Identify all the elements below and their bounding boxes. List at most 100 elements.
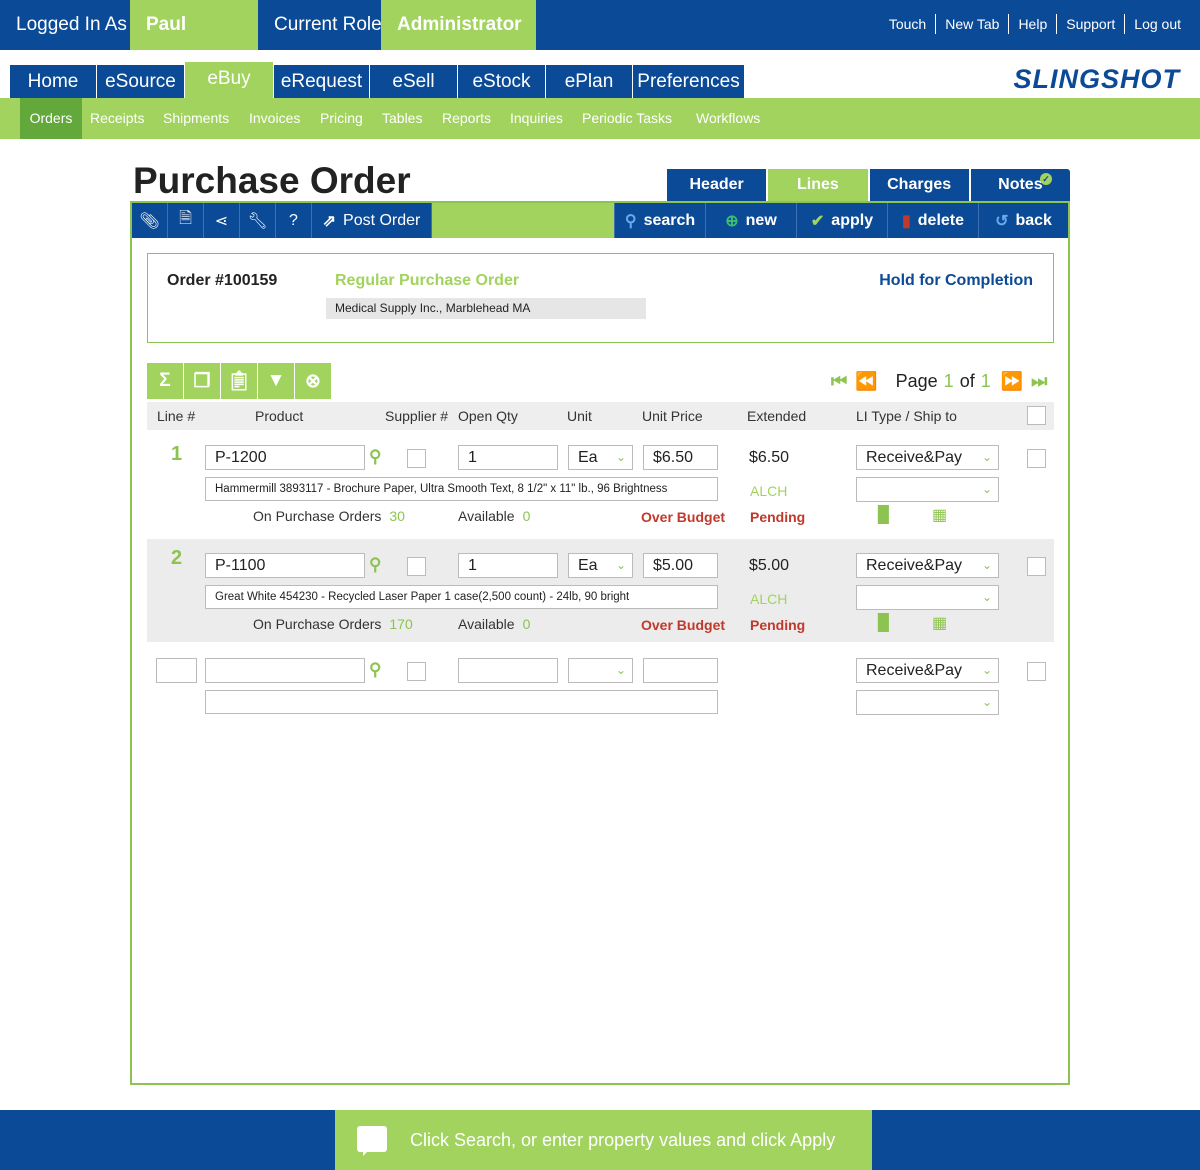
tab-notes[interactable]: Notes ✓ <box>970 169 1070 201</box>
search-icon[interactable]: ⚲ <box>369 555 381 575</box>
apply-button[interactable]: ✔ apply <box>797 203 888 238</box>
nav-tab-ebuy[interactable]: eBuy <box>185 62 273 98</box>
nav-tab-eplan[interactable]: ePlan <box>546 65 632 98</box>
unit-price-input[interactable]: $6.50 <box>643 445 718 470</box>
subnav-receipts[interactable]: Receipts <box>90 98 144 139</box>
copy-button[interactable]: ❐ <box>184 363 220 399</box>
link-touch[interactable]: Touch <box>880 14 935 34</box>
search-icon[interactable]: ⚲ <box>369 660 381 680</box>
tab-charges-label: Charges <box>887 176 952 193</box>
filter-button[interactable]: ▼ <box>258 363 294 399</box>
post-order-button[interactable]: ⇗ Post Order <box>312 203 432 238</box>
subnav-inquiries[interactable]: Inquiries <box>510 98 563 139</box>
order-number: Order #100159 <box>167 272 278 289</box>
row-checkbox[interactable] <box>1027 662 1046 681</box>
tab-header[interactable]: Header <box>667 169 767 201</box>
attach-button[interactable]: 📎︎ <box>132 203 168 238</box>
row-checkbox[interactable] <box>1027 557 1046 576</box>
extended-amount: $5.00 <box>749 557 790 574</box>
ship-to-select[interactable]: ⌄ <box>856 690 999 715</box>
tab-charges[interactable]: Charges <box>869 169 969 201</box>
chevron-down-icon: ⌄ <box>981 590 992 604</box>
subnav-periodic-tasks[interactable]: Periodic Tasks <box>582 98 672 139</box>
search-button[interactable]: ⚲ search <box>615 203 706 238</box>
tab-header-label: Header <box>689 176 744 193</box>
clear-filter-button[interactable]: ⊗ <box>295 363 331 399</box>
document-icon[interactable]: ▉ <box>878 505 890 525</box>
search-icon[interactable]: ⚲ <box>369 447 381 467</box>
last-page-icon[interactable]: ⏭ <box>1031 371 1047 392</box>
nav-tab-esource[interactable]: eSource <box>97 65 184 98</box>
status-message-box: Click Search, or enter property values a… <box>335 1110 872 1170</box>
unit-select[interactable]: ⌄ <box>568 658 633 683</box>
tools-button[interactable]: 🔧︎ <box>240 203 276 238</box>
chevron-down-icon: ⌄ <box>981 558 992 572</box>
nav-tab-estock[interactable]: eStock <box>458 65 545 98</box>
row-checkbox[interactable] <box>1027 449 1046 468</box>
slingshot-logo: SLINGSHOT <box>1013 64 1180 94</box>
calendar-icon[interactable]: ▦ <box>932 613 947 633</box>
subnav-tables[interactable]: Tables <box>382 98 422 139</box>
supplier-checkbox[interactable] <box>407 662 426 681</box>
delete-button[interactable]: ▮ delete <box>888 203 979 238</box>
user-menu[interactable]: Paul Smith ⚙ <box>130 0 258 85</box>
subnav-reports[interactable]: Reports <box>442 98 491 139</box>
tab-lines[interactable]: Lines <box>768 169 868 201</box>
prev-page-icon[interactable]: ⏪ <box>855 371 877 392</box>
open-qty-input[interactable]: 1 <box>458 445 558 470</box>
supplier-checkbox[interactable] <box>407 557 426 576</box>
unit-select[interactable]: Ea ⌄ <box>568 553 633 578</box>
product-input[interactable]: P-1200 <box>205 445 365 470</box>
nav-tab-home[interactable]: Home <box>10 65 96 98</box>
unit-price-input[interactable]: $5.00 <box>643 553 718 578</box>
unit-price-input[interactable] <box>643 658 718 683</box>
subnav-orders[interactable]: Orders <box>20 98 82 139</box>
share-button[interactable]: ⋖ <box>204 203 240 238</box>
document-icon[interactable]: ▉ <box>878 613 890 633</box>
product-input[interactable]: P-1100 <box>205 553 365 578</box>
total-pages: 1 <box>980 370 991 391</box>
select-all-checkbox[interactable] <box>1027 406 1046 425</box>
sum-button[interactable]: Σ <box>147 363 183 399</box>
link-new-tab[interactable]: New Tab <box>935 14 1008 34</box>
back-button[interactable]: ↺ back <box>979 203 1068 238</box>
unit-select[interactable]: Ea ⌄ <box>568 445 633 470</box>
li-type-select[interactable]: Receive&Pay ⌄ <box>856 658 999 683</box>
lines-column-header: Line # Product Supplier # Open Qty Unit … <box>147 402 1054 430</box>
supplier-checkbox[interactable] <box>407 449 426 468</box>
toolbar-spacer <box>432 203 615 238</box>
nav-tab-esell[interactable]: eSell <box>370 65 457 98</box>
first-page-icon[interactable]: ⏮ <box>831 371 847 392</box>
nav-tab-preferences[interactable]: Preferences <box>633 65 744 98</box>
subnav-pricing[interactable]: Pricing <box>320 98 363 139</box>
link-log-out[interactable]: Log out <box>1124 14 1190 34</box>
on-po-info: On Purchase Orders 170 <box>253 616 413 632</box>
subnav-shipments[interactable]: Shipments <box>163 98 229 139</box>
subnav-invoices[interactable]: Invoices <box>249 98 300 139</box>
document-search-button[interactable]: 🗎︎ <box>168 203 204 238</box>
paste-button[interactable]: 📋︎ <box>221 363 257 399</box>
description-input[interactable]: Great White 454230 - Recycled Laser Pape… <box>205 585 718 609</box>
current-role-label: Current Role <box>274 14 382 35</box>
open-qty-input[interactable]: 1 <box>458 553 558 578</box>
role-selector[interactable]: Administrator ⊙ <box>381 0 536 84</box>
calendar-icon[interactable]: ▦ <box>932 505 947 525</box>
new-button[interactable]: ⊕ new <box>706 203 797 238</box>
link-help[interactable]: Help <box>1008 14 1056 34</box>
open-qty-input[interactable] <box>458 658 558 683</box>
ship-to-select[interactable]: ⌄ <box>856 477 999 502</box>
nav-tab-erequest[interactable]: eRequest <box>274 65 369 98</box>
description-input[interactable]: Hammermill 3893117 - Brochure Paper, Ult… <box>205 477 718 501</box>
col-supplier: Supplier # <box>385 408 449 424</box>
link-support[interactable]: Support <box>1056 14 1124 34</box>
next-page-icon[interactable]: ⏩ <box>1001 371 1023 392</box>
product-input[interactable] <box>205 658 365 683</box>
subnav-workflows[interactable]: Workflows <box>696 98 760 139</box>
li-type-select[interactable]: Receive&Pay ⌄ <box>856 553 999 578</box>
ship-to-select[interactable]: ⌄ <box>856 585 999 610</box>
description-input[interactable] <box>205 690 718 714</box>
li-type-select[interactable]: Receive&Pay ⌄ <box>856 445 999 470</box>
po-tabs: Header Lines Charges Notes ✓ <box>667 169 1070 201</box>
help-button[interactable]: ? <box>276 203 312 238</box>
line-number-input[interactable] <box>156 658 197 683</box>
